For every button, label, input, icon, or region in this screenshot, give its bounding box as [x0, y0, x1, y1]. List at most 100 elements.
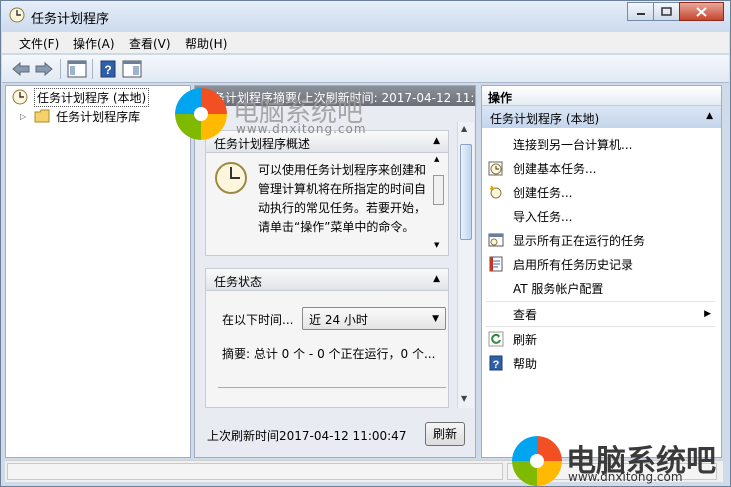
- actions-group-title: 任务计划程序 (本地): [490, 112, 600, 126]
- tree-item-root[interactable]: 任务计划程序 (本地): [12, 87, 150, 107]
- help-icon: ?: [100, 60, 116, 78]
- tree-item-root-label: 任务计划程序 (本地): [34, 87, 150, 107]
- watermark-logo-top: [175, 88, 227, 140]
- title-bar[interactable]: 任务计划程序: [1, 1, 730, 31]
- properties-icon: [122, 60, 142, 78]
- clock-icon: [12, 89, 28, 105]
- blank-icon: [488, 208, 504, 224]
- close-button[interactable]: [679, 2, 724, 21]
- collapse-caret-icon[interactable]: ▲: [706, 111, 713, 121]
- basic-task-icon: [488, 160, 504, 176]
- console-tree: 任务计划程序 (本地) ▷ 任务计划程序库: [5, 85, 191, 458]
- watermark-logo-bottom: [512, 436, 562, 486]
- action-refresh-label: 刷新: [513, 332, 538, 347]
- svg-text:?: ?: [493, 359, 500, 371]
- toolbar: ?: [2, 55, 729, 83]
- folder-icon: [34, 109, 50, 123]
- clock-large-icon: [214, 161, 248, 195]
- history-icon: [488, 256, 504, 272]
- console-tree-icon: [67, 60, 87, 78]
- overview-scrollbar[interactable]: ▲ ▼: [432, 155, 446, 253]
- scroll-up-icon[interactable]: ▲: [461, 124, 467, 133]
- overview-section: 任务计划程序概述 ▲ 可以使用任务计划程序来创建和管理计算机将在所指定的时间自动…: [205, 130, 449, 256]
- minimize-icon: [636, 12, 645, 15]
- action-import-task-label: 导入任务...: [513, 209, 573, 224]
- actions-divider: [486, 301, 715, 302]
- actions-group-header[interactable]: 任务计划程序 (本地) ▲: [482, 106, 721, 128]
- action-create-task-label: 创建任务...: [513, 185, 573, 200]
- task-status-title: 任务状态: [214, 275, 263, 289]
- running-tasks-icon: [488, 232, 504, 248]
- action-enable-history-label: 启用所有任务历史记录: [513, 257, 634, 272]
- menu-action[interactable]: 操作(A): [73, 35, 115, 52]
- submenu-arrow-icon: ▶: [704, 309, 711, 319]
- close-icon: [696, 6, 707, 17]
- window-title: 任务计划程序: [31, 12, 110, 27]
- actions-header: 操作: [482, 86, 721, 106]
- maximize-button[interactable]: [653, 2, 680, 21]
- forward-button[interactable]: [33, 58, 55, 80]
- create-task-icon: [488, 184, 504, 200]
- action-help-label: 帮助: [513, 356, 538, 371]
- action-connect-label: 连接到另一台计算机...: [513, 137, 633, 152]
- collapse-caret-icon[interactable]: ▲: [433, 274, 440, 284]
- action-show-running-label: 显示所有正在运行的任务: [513, 233, 646, 248]
- tree-item-library-label: 任务计划程序库: [56, 109, 141, 124]
- action-enable-history[interactable]: 启用所有任务历史记录: [488, 254, 633, 274]
- svg-text:?: ?: [104, 63, 111, 77]
- action-create-task[interactable]: 创建任务...: [488, 182, 572, 202]
- action-refresh[interactable]: 刷新: [488, 329, 537, 349]
- action-at-service-label: AT 服务帐户配置: [513, 281, 604, 296]
- action-view[interactable]: 查看 ▶: [488, 304, 717, 324]
- action-at-service[interactable]: AT 服务帐户配置: [488, 278, 603, 298]
- chevron-down-icon: ▼: [432, 314, 439, 324]
- overview-text: 可以使用任务计划程序来创建和管理计算机将在所指定的时间自动执行的常见任务。若要开…: [258, 163, 427, 234]
- action-create-basic-task-label: 创建基本任务...: [513, 161, 597, 176]
- window-controls: [627, 2, 724, 21]
- toolbar-separator: [92, 59, 93, 79]
- summary-scrollbar[interactable]: ▲ ▼: [457, 122, 474, 408]
- task-status-section: 任务状态 ▲ 在以下时间... 近 24 小时 ▼ 摘要: 总计 0 个 - 0…: [205, 268, 449, 408]
- blank-icon: [488, 136, 504, 152]
- collapse-caret-icon[interactable]: ▲: [433, 136, 440, 146]
- summary-pane: 任务计划程序摘要(上次刷新时间: 2017-04-12 11:00 任务计划程序…: [194, 85, 476, 458]
- menu-bar: 文件(F) 操作(A) 查看(V) 帮助(H): [2, 32, 729, 54]
- action-connect[interactable]: 连接到另一台计算机...: [488, 134, 632, 154]
- toolbar-separator: [60, 59, 61, 79]
- blank-icon: [488, 306, 504, 322]
- menu-help[interactable]: 帮助(H): [185, 35, 227, 52]
- back-button[interactable]: [10, 58, 32, 80]
- clock-app-icon: [9, 7, 25, 23]
- refresh-icon: [488, 331, 504, 347]
- properties-button[interactable]: [121, 58, 143, 80]
- menu-file[interactable]: 文件(F): [19, 35, 59, 52]
- status-summary: 摘要: 总计 0 个 - 0 个正在运行，0 个...: [222, 347, 436, 361]
- scroll-up-icon[interactable]: ▲: [434, 155, 439, 163]
- scroll-down-icon[interactable]: ▼: [461, 394, 467, 403]
- time-range-value: 近 24 小时: [309, 313, 368, 327]
- time-range-dropdown[interactable]: 近 24 小时 ▼: [302, 307, 446, 330]
- blank-icon: [488, 280, 504, 296]
- overview-title: 任务计划程序概述: [214, 137, 311, 151]
- menu-view[interactable]: 查看(V): [129, 35, 171, 52]
- watermark-url-top: www.dnxitong.com: [236, 122, 367, 136]
- overview-scroll-thumb[interactable]: [433, 175, 444, 205]
- minimize-button[interactable]: [627, 2, 654, 21]
- scroll-down-icon[interactable]: ▼: [434, 241, 439, 249]
- action-show-running[interactable]: 显示所有正在运行的任务: [488, 230, 645, 250]
- action-help[interactable]: ? 帮助: [488, 353, 537, 373]
- status-divider: [218, 387, 446, 389]
- maximize-icon: [661, 7, 672, 16]
- action-create-basic-task[interactable]: 创建基本任务...: [488, 158, 596, 178]
- summary-scroll-thumb[interactable]: [460, 144, 472, 240]
- task-status-header[interactable]: 任务状态 ▲: [206, 269, 448, 291]
- tree-item-library[interactable]: ▷ 任务计划程序库: [20, 107, 140, 125]
- expand-arrow-icon[interactable]: ▷: [20, 112, 26, 121]
- forward-arrow-icon: [35, 62, 53, 76]
- action-import-task[interactable]: 导入任务...: [488, 206, 572, 226]
- status-cell-main: [7, 463, 503, 480]
- help-toolbar-button[interactable]: ?: [97, 58, 119, 80]
- help-icon: ?: [488, 355, 504, 371]
- refresh-button[interactable]: 刷新: [425, 422, 465, 446]
- show-hide-tree-button[interactable]: [66, 58, 88, 80]
